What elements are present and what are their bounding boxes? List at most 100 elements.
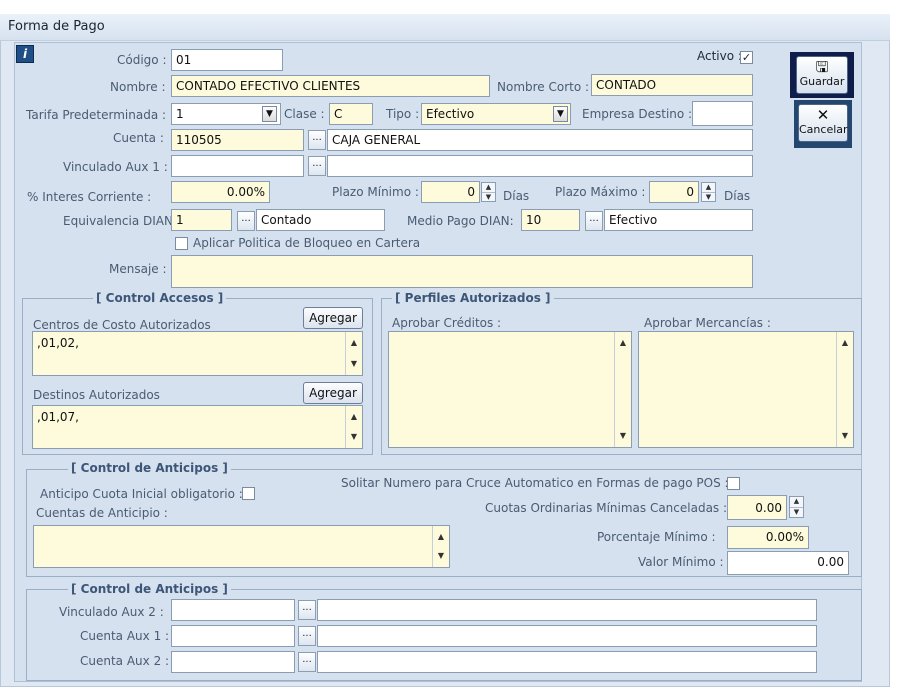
plazo-minimo-spinner[interactable]: ▲ ▼ [481,182,496,202]
nombre-corto-input[interactable]: CONTADO [591,74,753,96]
valor-minimo-input[interactable]: 0.00 [727,551,849,575]
plazo-maximo-input[interactable]: 0 [649,181,699,203]
interes-input[interactable]: 0.00% [171,181,270,203]
codigo-label: Código : [117,53,167,67]
cuota-inicial-label: Anticipo Cuota Inicial obligatorio : [40,487,243,501]
valor-minimo-label: Valor Mínimo : [638,555,724,569]
perfiles-title: [ Perfiles Autorizados ] [392,291,554,305]
empresa-destino-input[interactable] [692,101,753,126]
vinculado-aux2-label: Vinculado Aux 2 : [59,605,164,619]
plazo-maximo-spinner[interactable]: ▲ ▼ [701,182,716,202]
control-anticipos-title: [ Control de Anticipos ] [68,461,231,475]
plazo-minimo-unit: Días [503,189,530,203]
control-accesos-title: [ Control Accesos ] [93,291,227,305]
cuotas-minimas-spinner[interactable]: ▲ ▼ [789,496,804,518]
porcentaje-minimo-label: Porcentaje Mínimo : [597,530,716,544]
control-anticipos-aux-title: [ Control de Anticipos ] [68,582,231,596]
floppy-disk-icon: 🖫 [815,58,829,76]
cuotas-minimas-label: Cuotas Ordinarias Mínimas Canceladas : [485,501,728,515]
close-icon: ✕ [816,106,830,124]
mensaje-label: Mensaje : [109,262,167,276]
destinos-value: ,01,07, [37,410,79,424]
cuenta-aux1-name-input[interactable] [317,625,817,647]
vinculado-aux1-name-input[interactable] [327,155,753,177]
tipo-label: Tipo : [386,107,420,121]
plazo-minimo-label: Plazo Mínimo : [332,185,419,199]
medio-pago-lookup-button[interactable]: ... [585,211,603,231]
cuenta-aux1-lookup-button[interactable]: ... [298,626,316,646]
clase-input[interactable]: C [329,103,373,125]
vinculado-aux1-code-input[interactable] [171,155,304,177]
solicitar-numero-checkbox[interactable] [727,477,740,490]
title-bar [0,14,890,41]
equivalencia-lookup-button[interactable]: ... [237,211,255,231]
cuenta-name-input[interactable]: CAJA GENERAL [327,129,753,151]
centros-scrollbar[interactable]: ▲ ▼ [345,332,362,375]
info-icon[interactable]: i [16,45,34,63]
vinculado-aux2-lookup-button[interactable]: ... [298,600,316,620]
interes-label: % Interes Corriente : [27,190,152,204]
guardar-label: Guardar [799,75,845,88]
tarifa-dropdown-icon[interactable]: ▼ [262,106,277,122]
creditos-scrollbar[interactable]: ▲ ▼ [614,332,631,447]
tipo-select[interactable]: Efectivo [421,103,571,125]
aprobar-creditos-label: Aprobar Créditos : [392,316,502,330]
porcentaje-minimo-input[interactable]: 0.00% [727,526,809,549]
activo-label: Activo : [697,49,742,63]
nombre-label: Nombre : [110,80,166,94]
agregar-destinos-button[interactable]: Agregar [303,382,363,404]
cuenta-aux2-label: Cuenta Aux 2 : [80,654,170,668]
centros-costo-label: Centros de Costo Autorizados [33,318,211,332]
destinos-scrollbar[interactable]: ▲ ▼ [345,406,362,448]
aprobar-creditos-list[interactable]: ▲ ▼ [388,331,632,448]
plazo-maximo-unit: Días [724,189,751,203]
cuenta-aux2-lookup-button[interactable]: ... [298,652,316,672]
centros-costo-value: ,01,02, [37,336,79,350]
vinculado-aux1-label: Vinculado Aux 1 : [63,160,168,174]
guardar-button[interactable]: 🖫 Guardar [796,56,848,94]
vinculado-aux2-code-input[interactable] [171,599,295,621]
nombre-input[interactable]: CONTADO EFECTIVO CLIENTES [171,75,490,97]
centros-costo-textarea[interactable]: ,01,02, ▲ ▼ [32,331,363,376]
solicitar-numero-label: Solitar Numero para Cruce Automatico en … [341,476,729,490]
equivalencia-code-input[interactable]: 1 [171,209,232,231]
cuenta-code-input[interactable]: 110505 [171,129,304,151]
cancelar-label: Cancelar [799,123,848,136]
window-title: Forma de Pago [8,19,105,34]
cuentas-anticipo-textarea[interactable]: ▲ ▼ [33,525,450,568]
destinos-textarea[interactable]: ,01,07, ▲ ▼ [32,405,363,449]
cuotas-minimas-input[interactable]: 0.00 [727,495,787,520]
medio-pago-name-input[interactable]: Efectivo [604,209,753,231]
mensaje-input[interactable] [171,255,753,288]
cancelar-button[interactable]: ✕ Cancelar [798,104,848,142]
cuenta-aux2-name-input[interactable] [317,651,817,673]
politica-checkbox[interactable] [175,237,188,250]
tarifa-label: Tarifa Predeterminada : [26,108,167,122]
cuenta-aux1-code-input[interactable] [171,625,295,647]
nombre-corto-label: Nombre Corto : [497,80,590,94]
medio-pago-code-input[interactable]: 10 [521,209,580,231]
cuenta-aux1-label: Cuenta Aux 1 : [80,629,170,643]
cuentas-anticipo-label: Cuentas de Anticipio : [36,506,168,520]
cuenta-lookup-button[interactable]: ... [308,130,326,150]
plazo-maximo-label: Plazo Máximo : [555,185,646,199]
politica-label: Aplicar Politica de Bloqueo en Cartera [193,236,421,250]
equivalencia-label: Equivalencia DIAN: [63,214,178,228]
agregar-centros-button[interactable]: Agregar [303,307,363,329]
plazo-minimo-input[interactable]: 0 [421,181,480,203]
activo-checkbox[interactable]: ✓ [740,51,753,64]
codigo-input[interactable]: 01 [171,49,283,71]
equivalencia-name-input[interactable]: Contado [256,209,385,231]
top-strip [0,0,897,14]
aprobar-mercancias-list[interactable]: ▲ ▼ [638,331,854,448]
vinculado-aux2-name-input[interactable] [317,599,817,621]
vinculado-aux1-lookup-button[interactable]: ... [308,156,326,176]
mercancias-scrollbar[interactable]: ▲ ▼ [836,332,853,447]
cuentas-anticipo-scrollbar[interactable]: ▲ ▼ [432,526,449,567]
medio-pago-label: Medio Pago DIAN: [407,214,514,228]
tipo-dropdown-icon[interactable]: ▼ [553,106,568,122]
cuenta-aux2-code-input[interactable] [171,651,295,673]
aprobar-mercancias-label: Aprobar Mercancías : [644,316,771,330]
destinos-label: Destinos Autorizados [33,388,160,402]
cuota-inicial-checkbox[interactable] [242,487,255,500]
